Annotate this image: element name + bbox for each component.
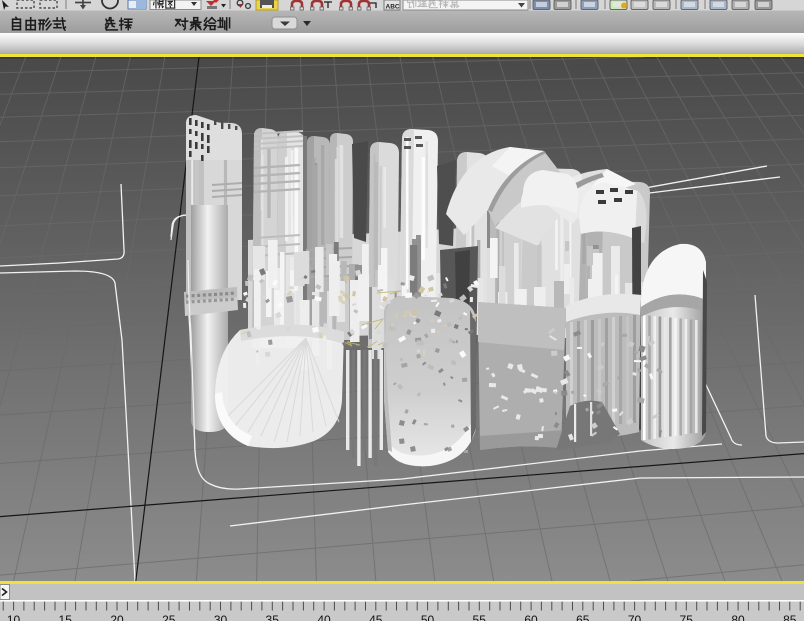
svg-text:30: 30 [214, 613, 228, 621]
svg-text:45: 45 [369, 613, 383, 621]
svg-text:60: 60 [524, 613, 538, 621]
svg-text:50: 50 [421, 613, 435, 621]
svg-text:65: 65 [576, 613, 590, 621]
svg-text:85: 85 [783, 613, 797, 621]
svg-text:25: 25 [162, 613, 176, 621]
svg-text:35: 35 [266, 613, 280, 621]
svg-text:ABC: ABC [386, 4, 400, 11]
svg-text:80: 80 [731, 613, 745, 621]
svg-text:40: 40 [317, 613, 331, 621]
svg-text:10: 10 [7, 613, 21, 621]
svg-text:55: 55 [473, 613, 487, 621]
svg-text:20: 20 [110, 613, 124, 621]
svg-text:15: 15 [59, 613, 73, 621]
svg-text:75: 75 [680, 613, 694, 621]
svg-text:70: 70 [628, 613, 642, 621]
